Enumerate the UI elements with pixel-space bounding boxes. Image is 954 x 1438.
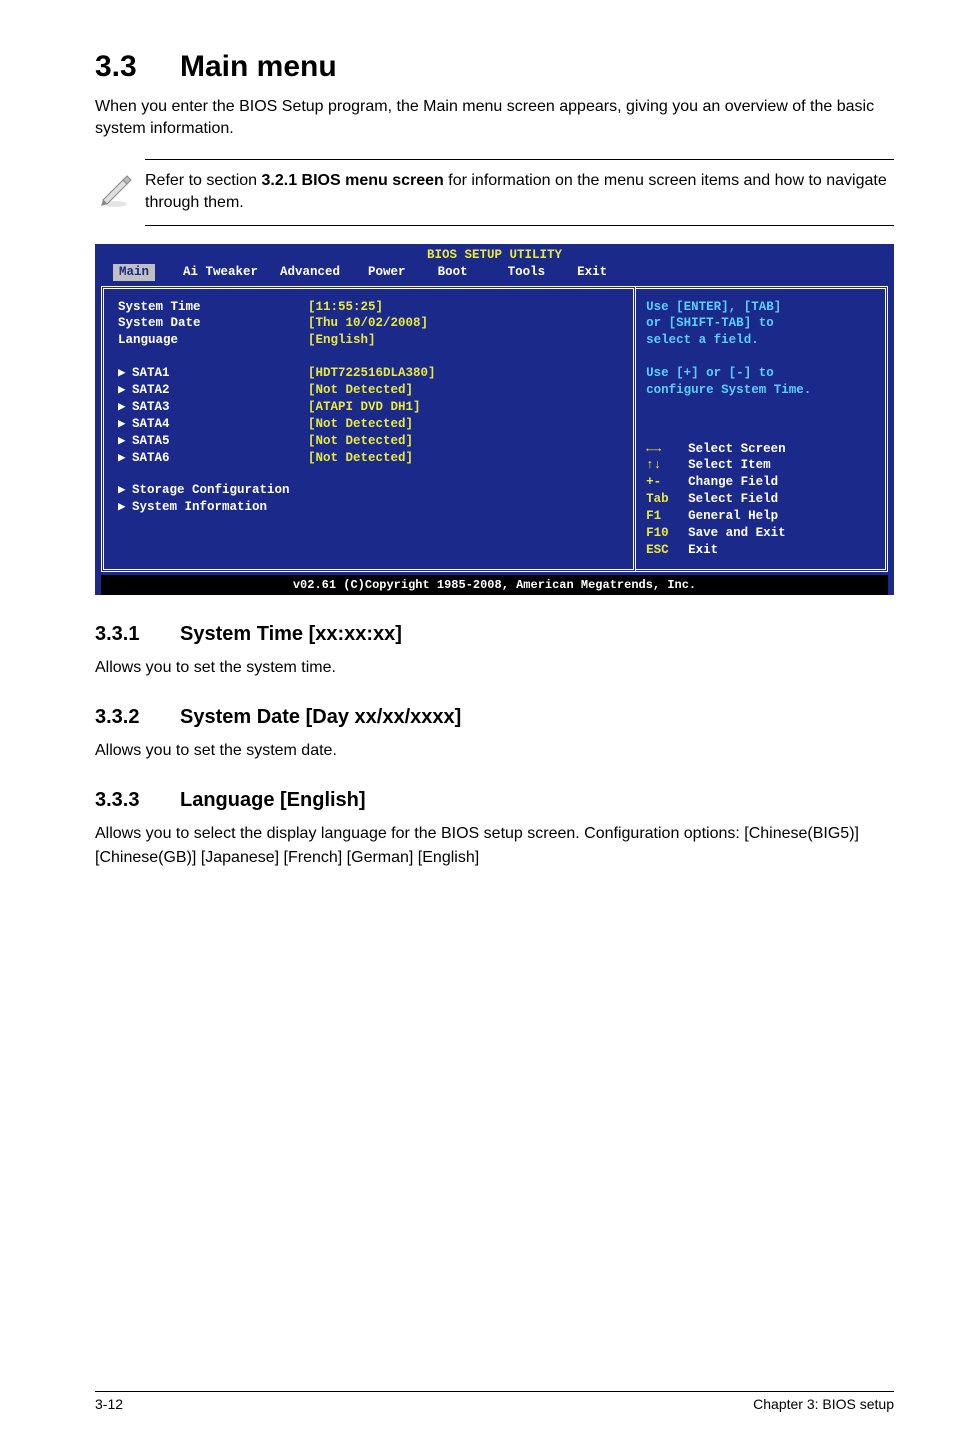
bios-row-sata1: ▶SATA1 [HDT722516DLA380] xyxy=(118,365,619,382)
bios-help-panel: Use [ENTER], [TAB] or [SHIFT-TAB] to sel… xyxy=(636,286,888,572)
arrows-lr-icon: ←→ xyxy=(646,442,661,456)
intro-paragraph: When you enter the BIOS Setup program, t… xyxy=(95,96,894,141)
bios-value: [Not Detected] xyxy=(308,416,413,433)
bios-key-legend: ←→ Select Screen ↑↓ Select Item +- Chang… xyxy=(646,441,875,559)
bios-help-line: select a field. xyxy=(646,332,875,349)
bios-row-storageconfig: ▶Storage Configuration xyxy=(118,482,619,499)
bios-row-sata5: ▶SATA5 [Not Detected] xyxy=(118,433,619,450)
subsection-heading-331: 3.3.1System Time [xx:xx:xx] xyxy=(95,623,894,646)
bios-main-panel: System Time [11:55:25] System Date [Thu … xyxy=(101,286,636,572)
bios-row-systemdate: System Date [Thu 10/02/2008] xyxy=(118,315,619,332)
bios-key: Tab xyxy=(646,491,688,508)
bios-key-desc: Select Screen xyxy=(688,441,786,458)
page-footer: 3-12 Chapter 3: BIOS setup xyxy=(95,1391,894,1412)
bios-value: [English] xyxy=(308,332,376,349)
bios-tab-main: Main xyxy=(113,264,155,281)
bios-row-sata3: ▶SATA3 [ATAPI DVD DH1] xyxy=(118,399,619,416)
pencil-icon xyxy=(95,170,145,215)
bios-title: BIOS SETUP UTILITY xyxy=(95,244,894,264)
bios-label: Language xyxy=(118,333,178,347)
section-heading: 3.3Main menu xyxy=(95,50,894,84)
bios-help-line: Use [+] or [-] to xyxy=(646,365,875,382)
note-box: Refer to section 3.2.1 BIOS menu screen … xyxy=(145,159,894,226)
subsection-body: Allows you to set the system date. xyxy=(95,739,894,763)
bios-screenshot: BIOS SETUP UTILITY Main Ai Tweaker Advan… xyxy=(95,244,894,595)
bios-label: Storage Configuration xyxy=(132,483,290,497)
subsection-title: System Date [Day xx/xx/xxxx] xyxy=(180,706,461,728)
bios-value: [Not Detected] xyxy=(308,433,413,450)
bios-tab-power: Power xyxy=(368,264,406,281)
bios-row-sata4: ▶SATA4 [Not Detected] xyxy=(118,416,619,433)
bios-row-systeminfo: ▶System Information xyxy=(118,499,619,516)
bios-label: SATA4 xyxy=(132,417,170,431)
note-text: Refer to section 3.2.1 BIOS menu screen … xyxy=(145,170,894,215)
bios-value: [11:55:25] xyxy=(308,299,383,316)
bios-tab-tools: Tools xyxy=(508,264,546,281)
bios-label: SATA3 xyxy=(132,400,170,414)
bios-value: [ATAPI DVD DH1] xyxy=(308,399,421,416)
bios-key-desc: Exit xyxy=(688,542,718,559)
subsection-body: Allows you to set the system time. xyxy=(95,656,894,680)
bios-key-desc: Save and Exit xyxy=(688,525,786,542)
bios-value: [HDT722516DLA380] xyxy=(308,365,436,382)
bios-row-language: Language [English] xyxy=(118,332,619,349)
subsection-title: System Time [xx:xx:xx] xyxy=(180,623,402,645)
bios-label: System Date xyxy=(118,316,201,330)
bios-value: [Not Detected] xyxy=(308,382,413,399)
bios-row-sata6: ▶SATA6 [Not Detected] xyxy=(118,450,619,467)
bios-key-desc: General Help xyxy=(688,508,778,525)
bios-key: F10 xyxy=(646,525,688,542)
subsection-number: 3.3.1 xyxy=(95,623,180,646)
triangle-right-icon: ▶ xyxy=(118,365,132,382)
triangle-right-icon: ▶ xyxy=(118,416,132,433)
bios-key: F1 xyxy=(646,508,688,525)
bios-label: System Information xyxy=(132,500,267,514)
triangle-right-icon: ▶ xyxy=(118,399,132,416)
bios-key: ESC xyxy=(646,542,688,559)
bios-value: [Not Detected] xyxy=(308,450,413,467)
bios-label: SATA2 xyxy=(132,383,170,397)
subsection-heading-332: 3.3.2System Date [Day xx/xx/xxxx] xyxy=(95,706,894,729)
note-bold: 3.2.1 BIOS menu screen xyxy=(262,172,444,189)
bios-label: SATA6 xyxy=(132,451,170,465)
triangle-right-icon: ▶ xyxy=(118,499,132,516)
bios-tab-row: Main Ai Tweaker Advanced Power Boot Tool… xyxy=(95,264,894,286)
bios-help-line: Use [ENTER], [TAB] xyxy=(646,299,875,316)
subsection-body: Allows you to select the display languag… xyxy=(95,822,894,870)
bios-key-desc: Change Field xyxy=(688,474,778,491)
bios-label: System Time xyxy=(118,300,201,314)
bios-tab-boot: Boot xyxy=(438,264,468,281)
bios-row-systemtime: System Time [11:55:25] xyxy=(118,299,619,316)
subsection-heading-333: 3.3.3Language [English] xyxy=(95,789,894,812)
subsection-number: 3.3.3 xyxy=(95,789,180,812)
bios-key-desc: Select Field xyxy=(688,491,778,508)
bios-tab-aitweaker: Ai Tweaker xyxy=(183,264,258,281)
subsection-number: 3.3.2 xyxy=(95,706,180,729)
page-number: 3-12 xyxy=(95,1396,123,1412)
subsection-title: Language [English] xyxy=(180,789,366,811)
bios-key: +- xyxy=(646,474,688,491)
bios-tab-exit: Exit xyxy=(577,264,607,281)
triangle-right-icon: ▶ xyxy=(118,433,132,450)
bios-help-line: configure System Time. xyxy=(646,382,875,399)
bios-help-line: or [SHIFT-TAB] to xyxy=(646,315,875,332)
bios-label: SATA5 xyxy=(132,434,170,448)
bios-label: SATA1 xyxy=(132,366,170,380)
chapter-label: Chapter 3: BIOS setup xyxy=(753,1396,894,1412)
bios-copyright-footer: v02.61 (C)Copyright 1985-2008, American … xyxy=(101,575,888,595)
bios-row-sata2: ▶SATA2 [Not Detected] xyxy=(118,382,619,399)
bios-value: [Thu 10/02/2008] xyxy=(308,315,428,332)
triangle-right-icon: ▶ xyxy=(118,450,132,467)
note-prefix: Refer to section xyxy=(145,172,262,189)
bios-tab-advanced: Advanced xyxy=(280,264,340,281)
bios-key-desc: Select Item xyxy=(688,457,771,474)
triangle-right-icon: ▶ xyxy=(118,482,132,499)
section-title: Main menu xyxy=(180,50,337,83)
arrows-ud-icon: ↑↓ xyxy=(646,458,661,472)
triangle-right-icon: ▶ xyxy=(118,382,132,399)
section-number: 3.3 xyxy=(95,50,180,84)
